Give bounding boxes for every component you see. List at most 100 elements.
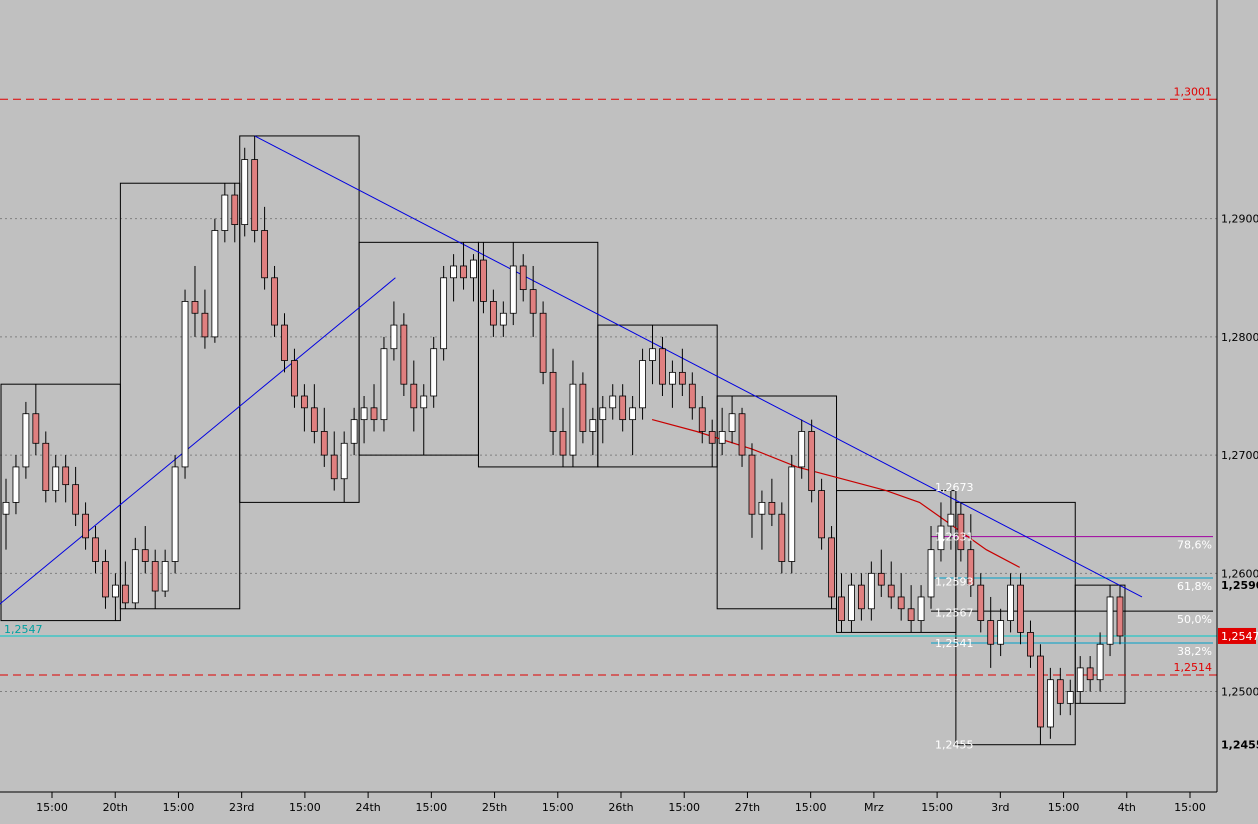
candle-body: [499, 312, 507, 326]
x-tick-label: 27th: [735, 801, 760, 814]
candle-body: [698, 407, 706, 432]
x-tick-label: 26th: [608, 801, 633, 814]
candle-body: [678, 371, 686, 385]
candle-body: [828, 537, 835, 598]
candle-body: [320, 431, 328, 456]
x-tick-label: 15:00: [795, 801, 827, 814]
candle-body: [897, 596, 905, 610]
candle-body: [440, 277, 448, 350]
x-tick-label: 3rd: [991, 801, 1009, 814]
y-tick-label: 1,2500: [1221, 686, 1258, 699]
candle-body: [291, 360, 298, 397]
candle-body: [330, 454, 338, 480]
candle-body: [370, 407, 378, 421]
candle-body: [848, 584, 855, 621]
candle-body: [410, 383, 418, 409]
y-tick-label: 1,2800: [1221, 331, 1258, 344]
candle-body: [92, 537, 99, 562]
candle-body: [1046, 679, 1054, 728]
candle-body: [559, 431, 567, 456]
x-tick-label: 15:00: [668, 801, 700, 814]
candle-body: [609, 395, 617, 409]
fib-label: 78,6%: [1177, 539, 1212, 552]
candle-body: [460, 265, 467, 279]
candle-body: [1066, 691, 1074, 704]
candle-body: [430, 348, 438, 397]
candle-body: [261, 230, 268, 279]
y-tick-label: 1,2900: [1221, 213, 1258, 226]
y-axis: 1,29001,28001,27001,26001,25001,25901,24…: [1218, 213, 1258, 752]
candle-body: [450, 265, 457, 279]
candle-body: [549, 371, 557, 432]
x-tick-label: 15:00: [36, 801, 68, 814]
y-axis-value-label: 1,2455: [1221, 739, 1258, 752]
chart-canvas: 1,3001 1,2514 1,2547 78,6% 61,8% 50,0% 38,2% 1,…: [0, 0, 1258, 814]
candle-body: [529, 289, 537, 314]
candle-body: [221, 194, 229, 231]
candle-body: [131, 549, 139, 604]
candle-body: [281, 324, 288, 361]
fib-label: 61,8%: [1177, 580, 1212, 593]
candle-body: [181, 301, 189, 468]
left-level-label: 1,2547: [4, 623, 43, 636]
candle-body: [301, 395, 308, 409]
x-tick-label: 25th: [482, 801, 507, 814]
candle-body: [708, 431, 716, 444]
candle-body: [539, 312, 547, 373]
x-tick-label: 15:00: [542, 801, 574, 814]
candle-body: [619, 395, 627, 421]
candle-body: [231, 194, 239, 225]
candle-body: [201, 312, 209, 338]
candle-body: [589, 419, 597, 432]
candle-body: [798, 431, 806, 468]
candle-body: [659, 348, 666, 385]
candle-body: [519, 265, 527, 291]
candle-body: [52, 466, 60, 491]
x-tick-label: 15:00: [1048, 801, 1080, 814]
price-annotation: 1,2593: [935, 576, 974, 589]
candle-body: [748, 454, 756, 515]
candle-body: [907, 608, 915, 621]
candle-body: [1096, 643, 1104, 681]
candle-body: [867, 572, 875, 610]
candle-body: [241, 159, 249, 225]
x-tick-label: 23rd: [229, 801, 254, 814]
candle-body: [947, 513, 955, 527]
candle-body: [112, 584, 119, 598]
candle-body: [927, 549, 935, 598]
price-annotation: 1,2541: [935, 637, 974, 650]
candle-body: [917, 596, 925, 621]
x-tick-label: Mrz: [864, 801, 884, 814]
level-label: 1,3001: [1174, 85, 1213, 98]
candle-body: [310, 407, 318, 432]
candle-body: [599, 407, 607, 421]
candle-body: [489, 301, 497, 326]
fib-label: 38,2%: [1177, 645, 1212, 658]
y-axis-value-label: 1,2590: [1221, 579, 1258, 592]
candle-body: [121, 584, 129, 604]
candle-body: [1037, 655, 1044, 728]
candle-body: [758, 501, 766, 515]
x-tick-label: 24th: [355, 801, 380, 814]
candle-body: [271, 277, 278, 326]
candle-body: [569, 383, 577, 456]
candle-body: [82, 513, 89, 539]
candle-body: [22, 413, 30, 468]
candle-body: [72, 484, 80, 515]
candle-body: [669, 371, 676, 385]
candle-body: [1027, 632, 1034, 657]
candle-body: [470, 259, 477, 279]
candle-body: [639, 360, 646, 409]
candle-body: [987, 620, 995, 645]
x-axis: 15:00 20th 15:00 23rd 15:00 24th 15:00 25th 15:0…: [36, 792, 1206, 814]
candle-body: [688, 383, 696, 409]
candle-body: [579, 383, 587, 432]
candle-body: [738, 413, 746, 456]
candle-body: [2, 501, 10, 515]
candle-body: [768, 501, 776, 515]
candle-body: [778, 513, 786, 562]
x-tick-label: 4th: [1118, 801, 1136, 814]
candle-body: [838, 596, 845, 621]
candle-body: [997, 620, 1005, 645]
candle-body: [509, 265, 517, 314]
